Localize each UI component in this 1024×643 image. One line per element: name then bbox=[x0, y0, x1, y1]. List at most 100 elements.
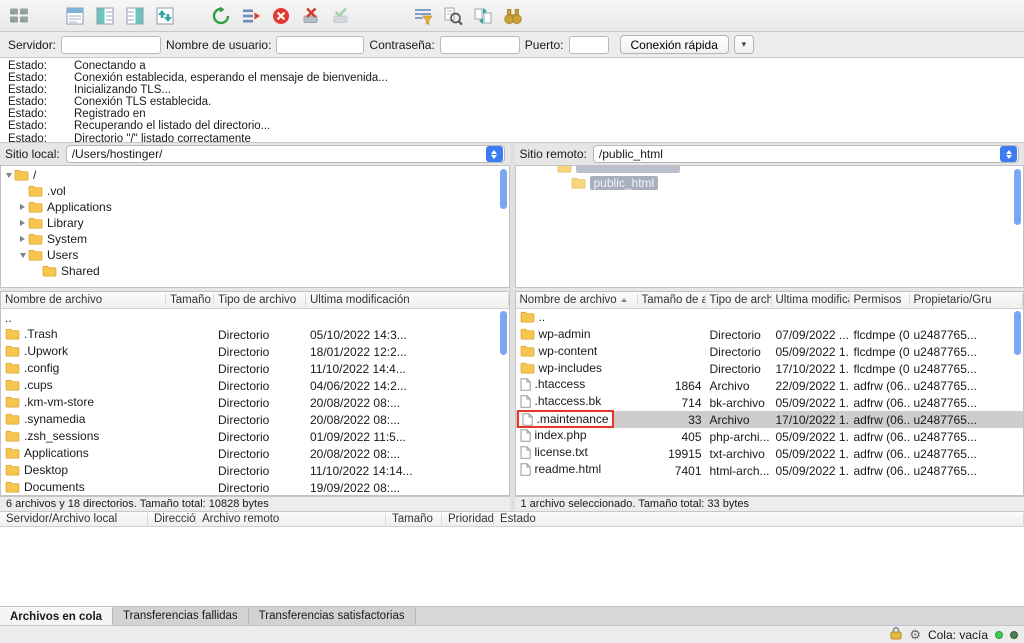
remote-tree-item[interactable] bbox=[516, 165, 1024, 175]
file-row[interactable]: wp-includes Directorio 17/10/2022 1... f… bbox=[516, 360, 1024, 377]
remote-tree-item[interactable]: public_html bbox=[516, 175, 1024, 191]
local-tree-scrollbar[interactable] bbox=[500, 169, 507, 209]
file-row[interactable]: .Upwork Directorio 18/01/2022 12:2... bbox=[1, 343, 509, 360]
file-row[interactable]: license.txt 19915 txt-archivo 05/09/2022… bbox=[516, 445, 1024, 462]
folder-icon bbox=[42, 265, 57, 277]
file-row[interactable]: .. bbox=[516, 309, 1024, 326]
file-size: 714 bbox=[638, 396, 706, 410]
column-header-name[interactable]: Nombre de archivo bbox=[1, 294, 166, 306]
main-toolbar bbox=[0, 0, 1024, 32]
toggle-remote-tree-icon[interactable] bbox=[122, 4, 148, 28]
disconnect-icon[interactable] bbox=[298, 4, 324, 28]
file-row[interactable]: wp-admin Directorio 07/09/2022 ... flcdm… bbox=[516, 326, 1024, 343]
local-tree-item[interactable]: System bbox=[1, 231, 509, 247]
filter-icon[interactable] bbox=[410, 4, 436, 28]
queue-column-size[interactable]: Tamaño bbox=[386, 513, 442, 525]
queue-tab[interactable]: Transferencias fallidas bbox=[113, 607, 249, 625]
file-row[interactable]: index.php 405 php-archi... 05/09/2022 1.… bbox=[516, 428, 1024, 445]
file-row[interactable]: .Trash Directorio 05/10/2022 14:3... bbox=[1, 326, 509, 343]
server-input[interactable] bbox=[61, 36, 161, 54]
column-header-permissions[interactable]: Permisos bbox=[850, 294, 910, 306]
port-input[interactable] bbox=[569, 36, 609, 54]
cancel-icon[interactable] bbox=[268, 4, 294, 28]
lock-icon[interactable] bbox=[890, 626, 902, 643]
file-owner: u2487765... bbox=[910, 328, 1024, 342]
remote-path-value: /public_html bbox=[599, 147, 1000, 161]
remote-path-combobox[interactable]: /public_html bbox=[593, 145, 1019, 163]
column-header-modified[interactable]: Última modificació bbox=[772, 294, 850, 306]
file-row[interactable]: .htaccess 1864 Archivo 22/09/2022 1... a… bbox=[516, 377, 1024, 394]
file-row[interactable]: readme.html 7401 html-arch... 05/09/2022… bbox=[516, 462, 1024, 479]
queue-tab[interactable]: Archivos en cola bbox=[0, 607, 113, 625]
sync-browsing-icon[interactable] bbox=[470, 4, 496, 28]
file-owner: u2487765... bbox=[910, 430, 1024, 444]
local-tree-item[interactable]: Shared bbox=[1, 263, 509, 279]
column-header-type[interactable]: Tipo de archivo bbox=[214, 294, 306, 306]
tree-item-label: Shared bbox=[61, 264, 100, 278]
toggle-local-tree-icon[interactable] bbox=[92, 4, 118, 28]
file-row[interactable]: .synamedia Directorio 20/08/2022 08:... bbox=[1, 411, 509, 428]
compare-icon[interactable] bbox=[440, 4, 466, 28]
file-row[interactable]: .config Directorio 11/10/2022 14:4... bbox=[1, 360, 509, 377]
file-row[interactable]: .htaccess.bk 714 bk-archivo 05/09/2022 1… bbox=[516, 394, 1024, 411]
file-size: 1864 bbox=[638, 379, 706, 393]
file-row[interactable]: Documents Directorio 19/09/2022 08:... bbox=[1, 479, 509, 495]
process-queue-icon[interactable] bbox=[238, 4, 264, 28]
remote-files-scrollbar[interactable] bbox=[1014, 311, 1021, 355]
local-path-dropdown-icon[interactable] bbox=[486, 146, 503, 162]
file-name: wp-admin bbox=[539, 327, 591, 341]
file-name: .config bbox=[24, 361, 59, 375]
queue-column-local-file[interactable]: Servidor/Archivo local bbox=[0, 513, 148, 525]
reconnect-icon[interactable] bbox=[328, 4, 354, 28]
password-input[interactable] bbox=[440, 36, 520, 54]
column-header-modified[interactable]: Última modificación bbox=[306, 294, 509, 306]
local-path-combobox[interactable]: /Users/hostinger/ bbox=[66, 145, 505, 163]
refresh-icon[interactable] bbox=[208, 4, 234, 28]
quickconnect-dropdown-icon[interactable]: ▾ bbox=[734, 35, 754, 54]
local-tree-item[interactable]: Users bbox=[1, 247, 509, 263]
quickconnect-button[interactable]: Conexión rápida bbox=[620, 35, 729, 54]
file-type: Directorio bbox=[214, 447, 306, 461]
file-row[interactable]: wp-content Directorio 05/09/2022 1... fl… bbox=[516, 343, 1024, 360]
gear-icon[interactable]: ⚙ bbox=[909, 628, 921, 641]
column-header-name[interactable]: Nombre de archivo bbox=[516, 294, 638, 306]
file-modified: 05/09/2022 1... bbox=[772, 430, 850, 444]
main-panels: Sitio local: /Users/hostinger/ / bbox=[0, 143, 1024, 511]
local-tree-item[interactable]: / bbox=[1, 167, 509, 183]
column-header-size[interactable]: Tamaño de arc bbox=[166, 294, 214, 306]
username-input[interactable] bbox=[276, 36, 364, 54]
file-row[interactable]: .. bbox=[1, 309, 509, 326]
column-header-type[interactable]: Tipo de archivi bbox=[706, 294, 772, 306]
file-row[interactable]: .cups Directorio 04/06/2022 14:2... bbox=[1, 377, 509, 394]
status-log-message: Conexión TLS establecida. bbox=[74, 96, 211, 108]
queue-column-status[interactable]: Estado bbox=[494, 513, 1024, 525]
local-file-list-header: Nombre de archivo Tamaño de arc Tipo de … bbox=[1, 292, 509, 309]
queue-column-direction[interactable]: Dirección bbox=[148, 513, 196, 525]
toggle-log-icon[interactable] bbox=[62, 4, 88, 28]
file-row[interactable]: Desktop Directorio 11/10/2022 14:14... bbox=[1, 462, 509, 479]
local-tree-item[interactable]: .vol bbox=[1, 183, 509, 199]
file-row[interactable]: .maintenance 33 Archivo 17/10/2022 1... … bbox=[516, 411, 1024, 428]
local-files-scrollbar[interactable] bbox=[500, 311, 507, 355]
queue-tab[interactable]: Transferencias satisfactorias bbox=[249, 607, 416, 625]
remote-path-dropdown-icon[interactable] bbox=[1000, 146, 1017, 162]
folder-icon bbox=[28, 233, 43, 245]
column-header-size[interactable]: Tamaño de ar bbox=[638, 294, 706, 306]
file-row[interactable]: Applications Directorio 20/08/2022 08:..… bbox=[1, 445, 509, 462]
file-type: Directorio bbox=[214, 362, 306, 376]
queue-column-priority[interactable]: Prioridad bbox=[442, 513, 494, 525]
file-row[interactable]: .zsh_sessions Directorio 01/09/2022 11:5… bbox=[1, 428, 509, 445]
find-icon[interactable] bbox=[500, 4, 526, 28]
queue-column-remote-file[interactable]: Archivo remoto bbox=[196, 513, 386, 525]
toggle-queue-icon[interactable] bbox=[152, 4, 178, 28]
remote-tree-scrollbar[interactable] bbox=[1014, 169, 1021, 225]
status-log-label: Estado: bbox=[8, 96, 74, 108]
folder-icon bbox=[28, 217, 43, 229]
column-header-owner[interactable]: Propietario/Gru bbox=[910, 294, 1024, 306]
local-tree-item[interactable]: Library bbox=[1, 215, 509, 231]
file-modified: 19/09/2022 08:... bbox=[306, 481, 509, 495]
file-row[interactable]: .km-vm-store Directorio 20/08/2022 08:..… bbox=[1, 394, 509, 411]
status-log-label: Estado: bbox=[8, 72, 74, 84]
local-tree-item[interactable]: Applications bbox=[1, 199, 509, 215]
site-manager-icon[interactable] bbox=[6, 4, 32, 28]
